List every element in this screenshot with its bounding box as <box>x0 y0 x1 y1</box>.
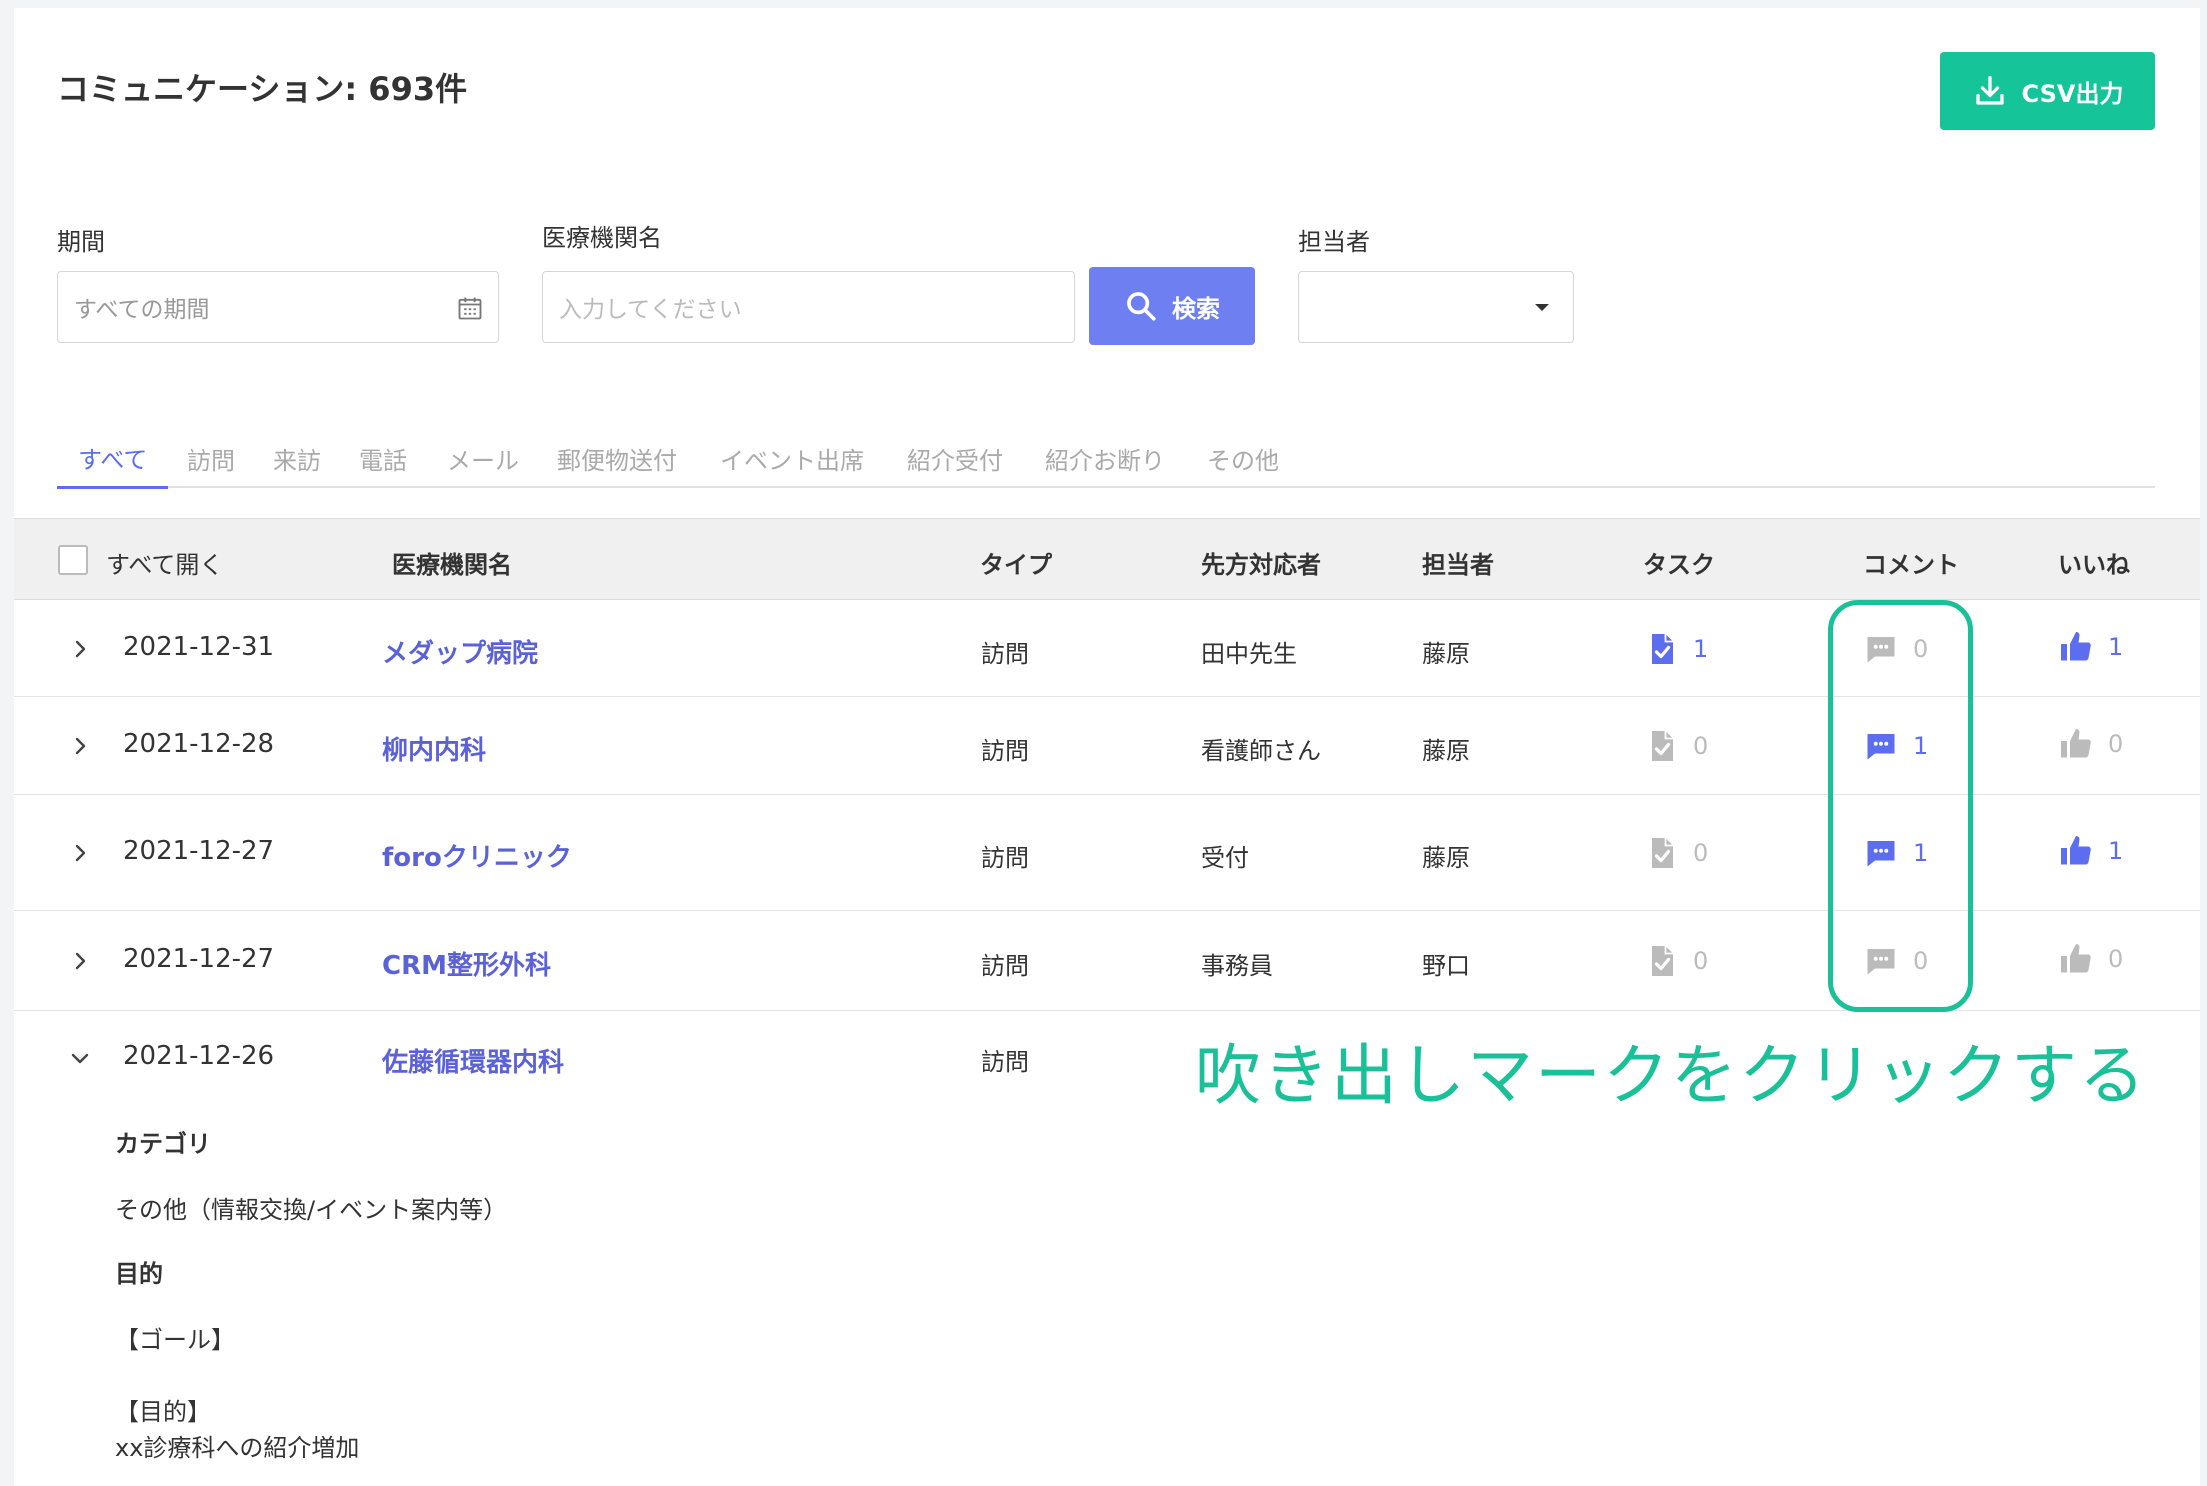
task-icon <box>1652 838 1673 868</box>
task-icon <box>1652 946 1673 976</box>
like-count: 0 <box>2108 730 2124 758</box>
page-title: コミュニケーション: 693件 <box>57 70 468 108</box>
row-contact: 看護師さん <box>1201 737 1321 765</box>
row-date: 2021-12-31 <box>123 632 275 662</box>
row-date: 2021-12-27 <box>123 836 275 866</box>
institution-placeholder: 入力してください <box>559 297 742 323</box>
period-picker[interactable]: すべての期間 <box>57 271 499 343</box>
like-count: 1 <box>2108 837 2124 865</box>
tab-incoming-visit[interactable]: 来訪 <box>273 428 321 488</box>
header-type: タイプ <box>980 551 1052 579</box>
task-icon <box>1652 634 1673 664</box>
thumbs-up-icon <box>2061 944 2091 973</box>
row-institution-link[interactable]: 柳内内科 <box>382 730 486 767</box>
tab-referral-declined[interactable]: 紹介お断り <box>1045 428 1165 488</box>
period-label: 期間 <box>57 228 105 256</box>
header-task: タスク <box>1643 551 1715 579</box>
chevron-right-icon[interactable] <box>68 949 92 973</box>
tab-phone[interactable]: 電話 <box>359 428 407 488</box>
chevron-right-icon[interactable] <box>68 841 92 865</box>
like-button[interactable]: 0 <box>2058 726 2123 762</box>
like-button[interactable]: 1 <box>2058 629 2123 665</box>
csv-export-label: CSV出力 <box>2021 79 2124 108</box>
like-count: 0 <box>2108 945 2124 973</box>
thumbs-up-icon <box>2061 729 2091 758</box>
csv-export-button[interactable]: CSV出力 <box>1940 52 2155 130</box>
row-date: 2021-12-28 <box>123 729 275 759</box>
comment-column-highlight <box>1828 600 1973 1012</box>
header-contact: 先方対応者 <box>1201 551 1321 579</box>
row-institution-link[interactable]: foroクリニック <box>382 837 572 874</box>
task-count: 0 <box>1693 947 1709 975</box>
type-tabs: すべて 訪問 来訪 電話 メール 郵便物送付 イベント出席 紹介受付 紹介お断り… <box>57 428 2155 489</box>
row-type: 訪問 <box>981 844 1029 872</box>
header-institution: 医療機関名 <box>392 551 512 579</box>
like-button[interactable]: 0 <box>2058 941 2123 977</box>
purpose-detail: xx診療科への紹介増加 <box>115 1434 360 1462</box>
tab-visit[interactable]: 訪問 <box>187 428 235 488</box>
row-institution-link[interactable]: メダップ病院 <box>382 633 538 670</box>
row-staff: 藤原 <box>1422 844 1470 872</box>
search-button[interactable]: 検索 <box>1089 267 1255 345</box>
institution-label: 医療機関名 <box>542 224 662 252</box>
row-date: 2021-12-27 <box>123 944 275 974</box>
row-type: 訪問 <box>981 952 1029 980</box>
tab-email[interactable]: メール <box>447 428 519 488</box>
tab-mail-sent[interactable]: 郵便物送付 <box>557 428 677 488</box>
header-like: いいね <box>2058 551 2130 579</box>
search-button-label: 検索 <box>1172 294 1220 323</box>
category-heading: カテゴリ <box>115 1130 211 1158</box>
tab-event[interactable]: イベント出席 <box>720 428 864 488</box>
expand-all-label: すべて開く <box>106 551 224 579</box>
row-institution-link[interactable]: CRM整形外科 <box>382 945 551 982</box>
search-icon <box>1127 292 1156 321</box>
header-staff: 担当者 <box>1422 551 1494 579</box>
row-date: 2021-12-26 <box>123 1041 275 1071</box>
row-staff: 藤原 <box>1422 737 1470 765</box>
header-comment: コメント <box>1863 551 1959 579</box>
like-count: 1 <box>2108 633 2124 661</box>
row-type: 訪問 <box>981 737 1029 765</box>
task-count: 0 <box>1693 732 1709 760</box>
tab-all[interactable]: すべて <box>57 428 169 489</box>
row-staff: 野口 <box>1422 952 1470 980</box>
row-type: 訪問 <box>981 640 1029 668</box>
chevron-down-icon[interactable] <box>68 1046 92 1070</box>
calendar-icon <box>458 297 482 320</box>
tab-referral-accepted[interactable]: 紹介受付 <box>907 428 1003 488</box>
task-counter[interactable]: 0 <box>1643 728 1708 764</box>
period-placeholder: すべての期間 <box>74 297 210 323</box>
like-button[interactable]: 1 <box>2058 833 2123 869</box>
table-header: すべて開く 医療機関名 タイプ 先方対応者 担当者 タスク コメント いいね <box>14 518 2200 600</box>
staff-select[interactable] <box>1298 271 1574 343</box>
purpose-text: 【目的】 <box>115 1398 211 1426</box>
task-count: 0 <box>1693 839 1709 867</box>
staff-label: 担当者 <box>1298 228 1370 256</box>
expand-all-checkbox[interactable] <box>58 545 88 575</box>
institution-search-input[interactable]: 入力してください <box>542 271 1075 343</box>
row-contact: 田中先生 <box>1201 640 1297 668</box>
download-icon <box>1975 75 2004 105</box>
purpose-heading: 目的 <box>115 1260 163 1288</box>
goal-text: 【ゴール】 <box>115 1326 235 1354</box>
row-staff: 藤原 <box>1422 640 1470 668</box>
task-counter[interactable]: 0 <box>1643 943 1708 979</box>
task-count: 1 <box>1693 635 1709 663</box>
row-contact: 受付 <box>1201 844 1249 872</box>
category-value: その他（情報交換/イベント案内等） <box>115 1196 508 1224</box>
thumbs-up-icon <box>2061 632 2091 661</box>
chevron-right-icon[interactable] <box>68 637 92 661</box>
thumbs-up-icon <box>2061 836 2091 865</box>
tab-other[interactable]: その他 <box>1207 428 1279 488</box>
task-icon <box>1652 731 1673 761</box>
chevron-right-icon[interactable] <box>68 734 92 758</box>
chevron-down-icon <box>1535 304 1549 311</box>
instruction-annotation: 吹き出しマークをクリックする <box>1195 1037 2147 1114</box>
row-contact: 事務員 <box>1201 952 1273 980</box>
task-counter[interactable]: 1 <box>1643 631 1708 667</box>
row-type: 訪問 <box>981 1048 1029 1076</box>
task-counter[interactable]: 0 <box>1643 835 1708 871</box>
row-institution-link[interactable]: 佐藤循環器内科 <box>382 1042 564 1079</box>
